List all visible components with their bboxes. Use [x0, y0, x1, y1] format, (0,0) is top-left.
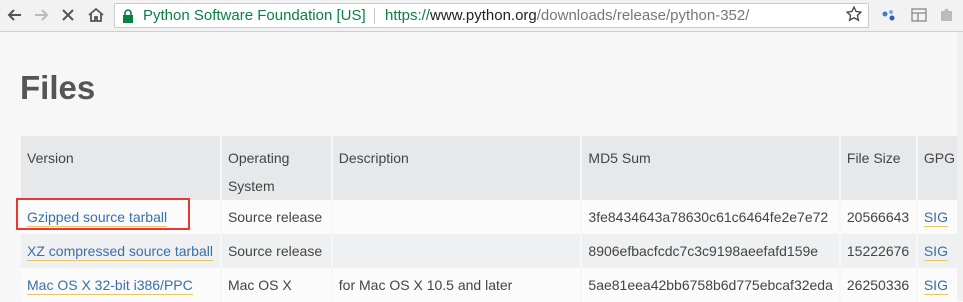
gpg-cell: SIG — [917, 234, 961, 268]
column-header-os-label: Operating System — [227, 150, 290, 194]
download-link-macos-32bit[interactable]: Mac OS X 32-bit i386/PPC — [27, 277, 193, 295]
table-row: Mac OS X 32-bit i386/PPC Mac OS X for Ma… — [21, 268, 961, 302]
table-row: XZ compressed source tarball Source rele… — [21, 234, 961, 268]
home-icon[interactable] — [85, 4, 107, 26]
gpg-signature-link[interactable]: SIG — [923, 243, 948, 261]
file-size-cell: 15222676 — [840, 234, 916, 268]
column-header-version: Version — [21, 136, 220, 200]
description-cell — [332, 200, 581, 234]
os-cell: Mac OS X — [221, 268, 331, 302]
download-link-xz-tarball[interactable]: XZ compressed source tarball — [27, 243, 213, 261]
download-link-gzipped-tarball[interactable]: Gzipped source tarball — [27, 209, 168, 227]
file-size-cell: 26250336 — [840, 268, 916, 302]
url-path: /downloads/release/python-352/ — [536, 7, 750, 24]
table-row: Gzipped source tarball Source release 3f… — [21, 200, 961, 234]
md5-cell: 3fe8434643a78630c61c6464fe2e7e72 — [582, 200, 839, 234]
gpg-cell: SIG — [917, 200, 961, 234]
page-scrollbar[interactable] — [957, 32, 963, 301]
address-bar[interactable]: Python Software Foundation [US] https://… — [114, 3, 869, 28]
forward-icon[interactable] — [30, 4, 52, 26]
version-cell: XZ compressed source tarball — [21, 234, 220, 268]
description-cell: for Mac OS X 10.5 and later — [332, 268, 581, 302]
md5-cell: 5ae81eea42bb6758b6d775ebcaf32eda — [582, 268, 839, 302]
column-header-os: Operating System — [221, 136, 331, 200]
url-scheme: https:// — [385, 7, 431, 24]
md5-cell: 8906efbacfcdc7c3c9198aeefafd159e — [582, 234, 839, 268]
gpg-signature-link[interactable]: SIG — [923, 277, 948, 295]
os-cell: Source release — [221, 234, 331, 268]
url-text[interactable]: https://www.python.org/downloads/release… — [385, 7, 749, 25]
version-cell: Gzipped source tarball — [21, 200, 220, 234]
address-separator — [374, 8, 375, 24]
bookmark-star-icon[interactable] — [845, 5, 863, 22]
column-header-description: Description — [332, 136, 581, 200]
extension-puzzle-icon[interactable] — [938, 6, 956, 24]
ev-certificate-label[interactable]: Python Software Foundation [US] — [143, 7, 366, 25]
gpg-signature-link[interactable]: SIG — [923, 209, 948, 227]
gpg-cell: SIG — [917, 268, 961, 302]
column-header-gpg: GPG — [917, 136, 961, 200]
description-cell — [332, 234, 581, 268]
page-title: Files — [20, 69, 96, 106]
column-header-md5: MD5 Sum — [582, 136, 839, 200]
file-size-cell: 20566643 — [840, 200, 916, 234]
browser-toolbar: Python Software Foundation [US] https://… — [0, 0, 963, 32]
os-cell: Source release — [221, 200, 331, 234]
url-host: www.python.org — [430, 7, 537, 24]
lock-icon — [122, 8, 134, 24]
stop-icon[interactable] — [57, 4, 79, 26]
extension-dots-icon[interactable] — [880, 6, 898, 24]
reader-view-icon[interactable] — [910, 6, 928, 24]
version-cell: Mac OS X 32-bit i386/PPC — [21, 268, 220, 302]
table-header-row: Version Operating System Description MD5… — [21, 136, 961, 200]
column-header-file-size: File Size — [840, 136, 916, 200]
back-icon[interactable] — [4, 4, 26, 26]
files-table: Version Operating System Description MD5… — [19, 136, 963, 302]
